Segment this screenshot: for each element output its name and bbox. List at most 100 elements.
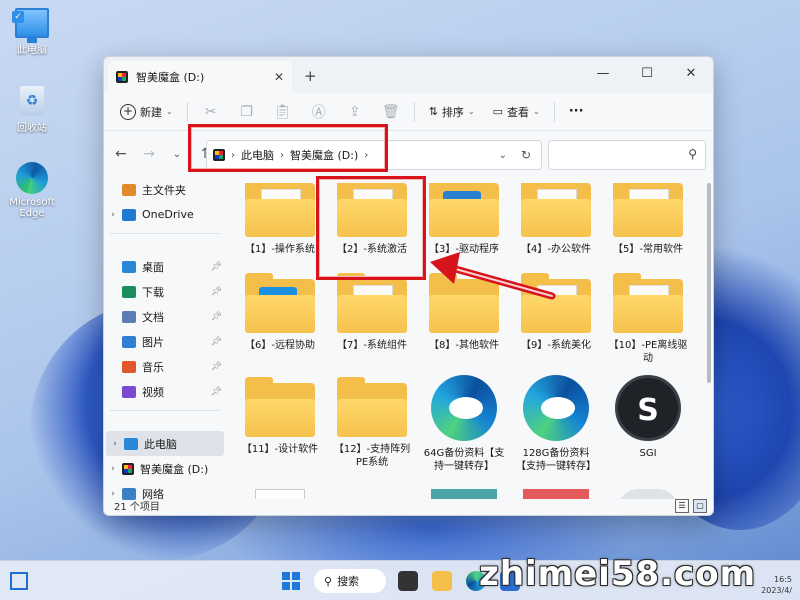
desktop-icon-edge[interactable]: Microsoft Edge: [4, 162, 60, 219]
folder-item[interactable]: 【10】-PE离线驱动: [605, 273, 691, 365]
task-view-icon[interactable]: [398, 571, 418, 591]
status-bar: 21 个项目: [104, 495, 713, 515]
folder-item[interactable]: 【6】-远程协助: [237, 273, 323, 352]
expand-chevron-icon[interactable]: ›: [104, 210, 122, 220]
sidebar-item-home[interactable]: 主文件夹: [104, 177, 226, 202]
download-icon: [122, 285, 136, 298]
folder-item[interactable]: 【8】-其他软件: [421, 273, 507, 352]
view-label: 查看: [507, 105, 530, 119]
new-label: 新建: [140, 105, 162, 119]
folder-label: 【5】-常用软件: [613, 244, 683, 255]
minimize-button[interactable]: —: [581, 57, 625, 89]
copy-icon[interactable]: ❐: [234, 104, 260, 120]
folder-item[interactable]: 【4】-办公软件: [513, 183, 599, 256]
sidebar-item-desktop[interactable]: 桌面 📌︎: [104, 254, 226, 279]
document-icon: [122, 310, 136, 323]
sort-label: 排序: [441, 105, 464, 119]
window-controls: — ☐ ✕: [581, 57, 713, 89]
search-icon[interactable]: ⚲: [688, 147, 697, 161]
breadcrumb-this-pc[interactable]: 此电脑: [241, 147, 274, 163]
sidebar-item-drive-d[interactable]: › 智美魔盒 (D:): [104, 456, 226, 481]
folder-item[interactable]: 【12】-支持阵列PE系统: [329, 377, 415, 469]
folder-label: 【11】-设计软件: [241, 444, 319, 455]
file-item[interactable]: S SGI: [605, 375, 691, 460]
sidebar-item-videos[interactable]: 视频 📌︎: [104, 379, 226, 404]
file-explorer-window: 智美魔盒 (D:) ✕ + — ☐ ✕ + 新建 ⌄ ✂ ❐ 📋︎ Ⓐ ⇪ 🗑︎…: [103, 56, 714, 516]
sidebar-item-documents[interactable]: 文档 📌︎: [104, 304, 226, 329]
sidebar-item-music[interactable]: 音乐 📌︎: [104, 354, 226, 379]
search-input[interactable]: [549, 141, 679, 169]
details-view-icon[interactable]: ☰: [675, 499, 689, 513]
folder-label: 【9】-系统美化: [521, 340, 591, 351]
sidebar-divider: [110, 410, 220, 411]
sidebar-item-label: 桌面: [142, 260, 164, 274]
folder-label: 【2】-系统激活: [337, 244, 407, 255]
file-item[interactable]: 128G备份资料【支持一键转存】: [513, 375, 599, 473]
tab-drive-d[interactable]: 智美魔盒 (D:) ✕: [108, 61, 292, 93]
clock[interactable]: 16:5 2023/4/: [761, 574, 792, 596]
checkbox-icon: ✓: [12, 11, 24, 23]
drive-icon: [122, 462, 134, 475]
search-icon: ⚲: [324, 574, 333, 588]
back-arrow-icon[interactable]: ←: [112, 146, 130, 162]
folder-item[interactable]: 【5】-常用软件: [605, 183, 691, 256]
desktop-icon-this-pc[interactable]: ✓ 此电脑: [4, 8, 60, 56]
refresh-icon[interactable]: ↻: [521, 148, 531, 162]
file-explorer-icon[interactable]: [432, 571, 452, 591]
new-tab-button[interactable]: +: [304, 67, 317, 85]
widgets-icon[interactable]: [10, 572, 28, 590]
paste-icon[interactable]: 📋︎: [270, 104, 296, 120]
folder-item[interactable]: 【7】-系统组件: [329, 273, 415, 352]
folder-item[interactable]: 【2】-系统激活: [329, 183, 415, 256]
start-button[interactable]: [282, 572, 300, 590]
address-dropdown-icon[interactable]: ⌄: [499, 150, 507, 161]
folder-icon: [337, 273, 407, 333]
sort-button[interactable]: ⇅ 排序 ⌄: [425, 99, 479, 125]
forward-arrow-icon[interactable]: →: [140, 146, 158, 162]
chevron-down-icon: ⌄: [166, 107, 173, 116]
file-item[interactable]: 64G备份资料【支持一键转存】: [421, 375, 507, 473]
expand-chevron-icon[interactable]: ›: [104, 464, 122, 474]
address-bar[interactable]: › 此电脑 › 智美魔盒 (D:) › ⌄ ↻: [206, 140, 542, 170]
folder-label: 【10】-PE离线驱动: [608, 340, 688, 364]
cut-icon[interactable]: ✂: [198, 104, 224, 120]
command-bar: + 新建 ⌄ ✂ ❐ 📋︎ Ⓐ ⇪ 🗑︎ ⇅ 排序 ⌄ ▭ 查看 ⌄ ···: [104, 93, 713, 131]
rename-icon[interactable]: Ⓐ: [306, 102, 332, 122]
sidebar-item-pictures[interactable]: 图片 📌︎: [104, 329, 226, 354]
taskbar-search[interactable]: ⚲ 搜索: [314, 569, 386, 593]
close-button[interactable]: ✕: [669, 57, 713, 89]
desktop-icon-recycle-bin[interactable]: ♻ 回收站: [4, 86, 60, 134]
sidebar-item-label: 文档: [142, 310, 164, 324]
share-icon[interactable]: ⇪: [342, 104, 368, 120]
maximize-button[interactable]: ☐: [625, 57, 669, 89]
folder-item[interactable]: 【11】-设计软件: [237, 377, 323, 456]
vertical-scrollbar[interactable]: [707, 183, 711, 383]
divider: [553, 101, 555, 122]
recent-chevron-icon[interactable]: ⌄: [168, 149, 186, 160]
delete-icon[interactable]: 🗑︎: [378, 104, 404, 120]
tab-close-icon[interactable]: ✕: [274, 70, 284, 84]
folder-item[interactable]: 【1】-操作系统: [237, 183, 323, 256]
tiles-view-icon[interactable]: ▢: [693, 499, 707, 513]
folder-icon: [521, 273, 591, 333]
sidebar-item-downloads[interactable]: 下载 📌︎: [104, 279, 226, 304]
folder-icon: [521, 183, 591, 237]
desktop-icon: [122, 260, 136, 273]
new-button[interactable]: + 新建 ⌄: [116, 99, 177, 125]
folder-icon: [337, 183, 407, 237]
view-button[interactable]: ▭ 查看 ⌄: [489, 99, 544, 125]
more-button[interactable]: ···: [565, 99, 588, 125]
expand-chevron-icon[interactable]: ›: [106, 439, 124, 449]
sidebar-item-onedrive[interactable]: › OneDrive: [104, 202, 226, 227]
pin-icon: 📌︎: [210, 261, 222, 272]
divider: [413, 101, 415, 122]
chevron-down-icon: ⌄: [533, 107, 540, 116]
folder-item[interactable]: 【9】-系统美化: [513, 273, 599, 352]
folder-item[interactable]: 【3】-驱动程序: [421, 183, 507, 256]
sidebar-item-label: 智美魔盒 (D:): [140, 462, 209, 476]
sidebar-item-this-pc[interactable]: › 此电脑: [106, 431, 224, 456]
tab-title: 智美魔盒 (D:): [136, 71, 205, 84]
item-count: 21 个项目: [114, 501, 160, 513]
sidebar-item-label: 此电脑: [144, 437, 177, 451]
breadcrumb-drive-d[interactable]: 智美魔盒 (D:): [290, 147, 358, 163]
